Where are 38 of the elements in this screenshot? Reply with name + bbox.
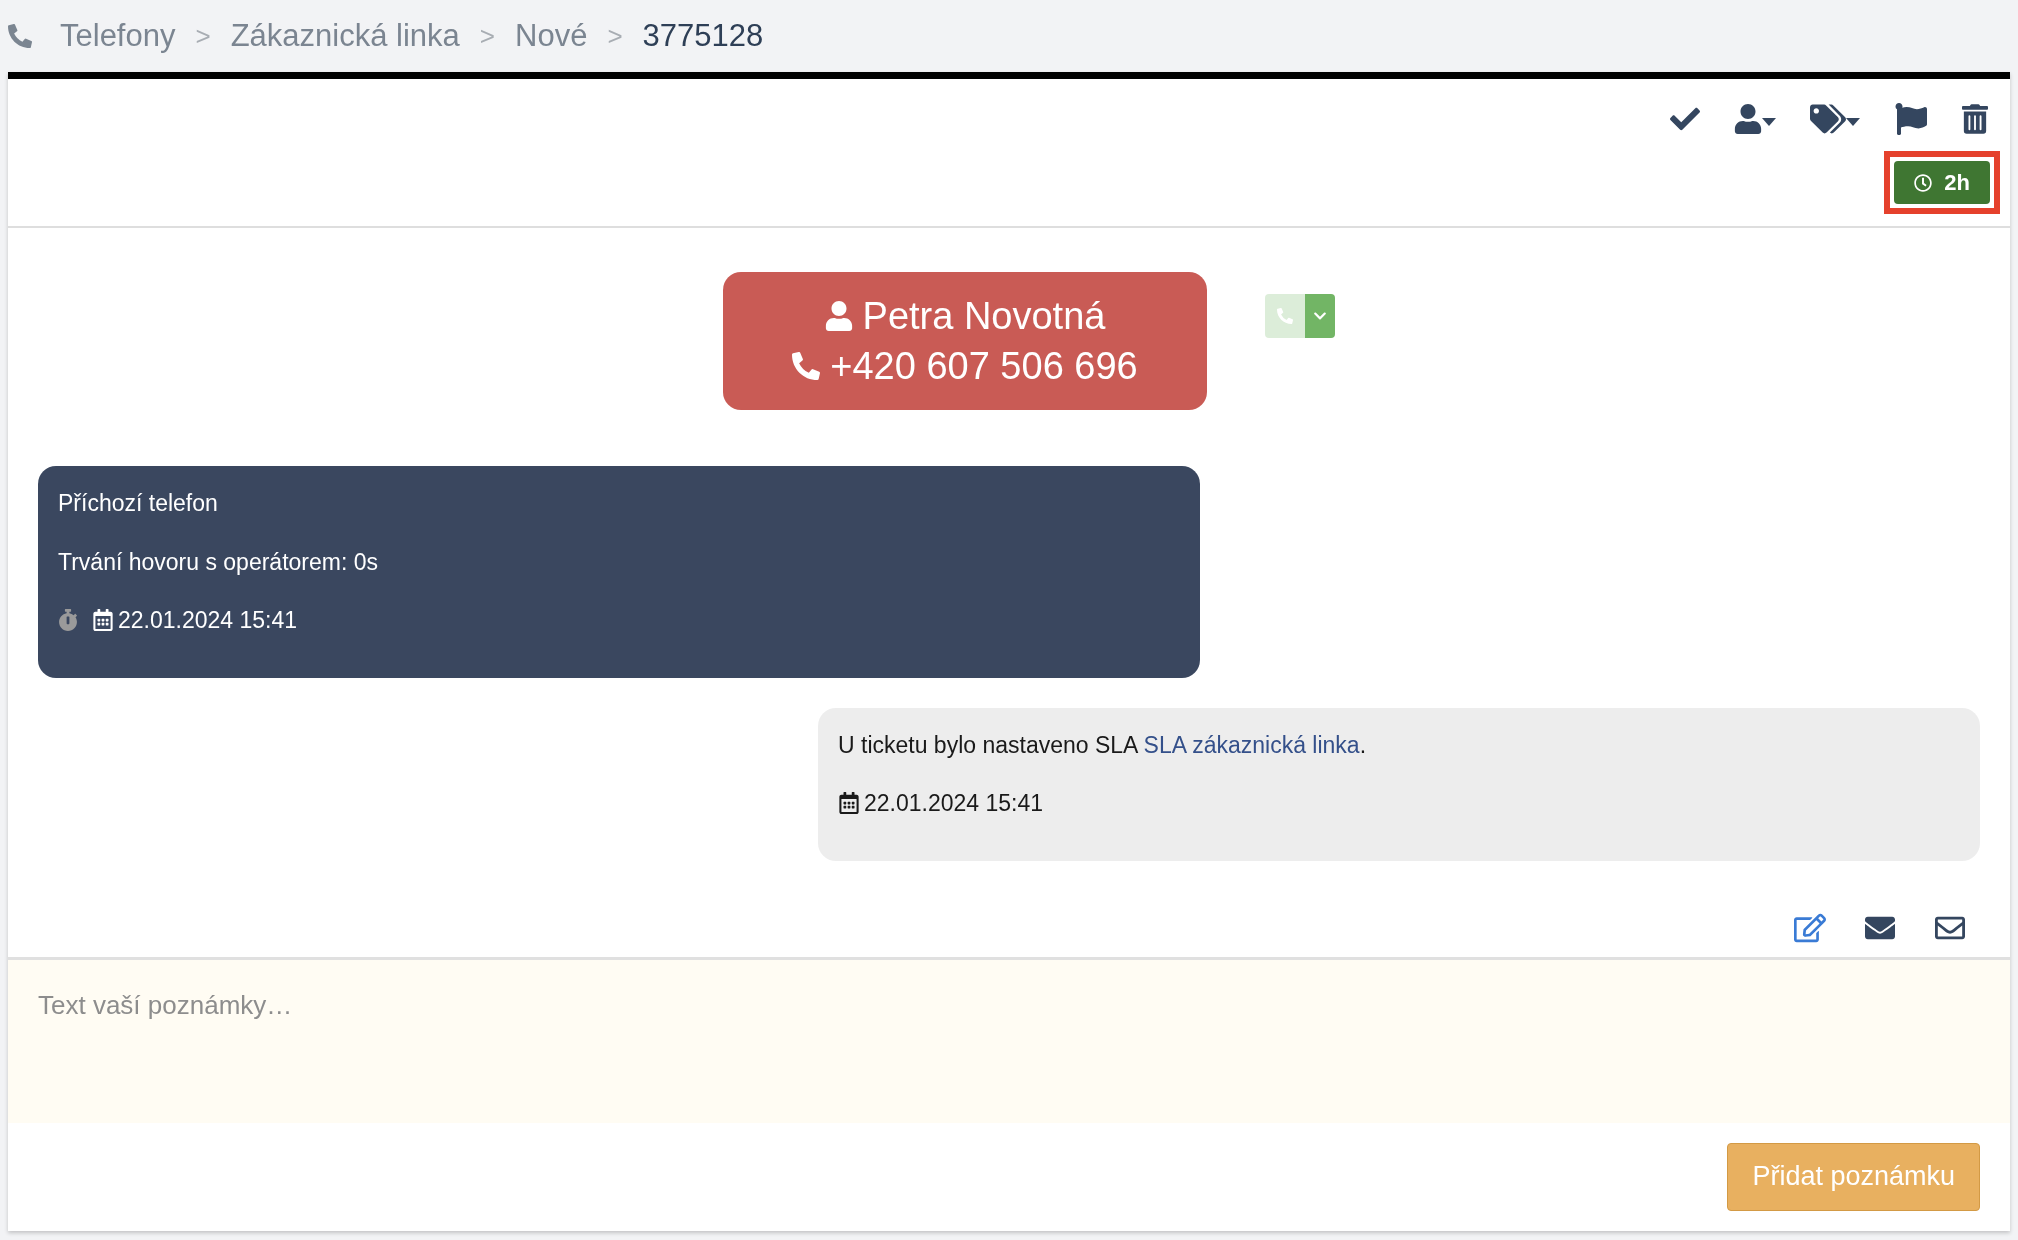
phone-icon bbox=[1277, 308, 1293, 324]
flag-button[interactable] bbox=[1894, 103, 1928, 135]
contact-phone: +420 607 506 696 bbox=[830, 344, 1138, 389]
caret-icon bbox=[1762, 118, 1776, 126]
breadcrumb-current: 3775128 bbox=[642, 16, 764, 55]
message-text: U ticketu bylo nastaveno SLA SLA zákaznická linka. bbox=[838, 730, 1368, 760]
caret-icon bbox=[1846, 118, 1860, 126]
user-icon bbox=[1734, 104, 1762, 134]
breadcrumb-separator: > bbox=[607, 19, 623, 53]
breadcrumb-separator: > bbox=[195, 19, 211, 53]
tags-icon bbox=[1810, 104, 1846, 134]
edit-icon bbox=[1794, 912, 1826, 943]
note-field[interactable]: Text vaší poznámky… bbox=[8, 956, 2010, 1123]
phone-icon bbox=[792, 352, 821, 380]
breadcrumb-link[interactable]: Zákaznická linka bbox=[230, 12, 460, 60]
sla-link[interactable]: SLA zákaznická linka bbox=[1143, 731, 1360, 758]
calendar-icon bbox=[838, 792, 860, 815]
message-timestamp: 22.01.2024 15:41 bbox=[864, 789, 1044, 818]
breadcrumb-separator: > bbox=[479, 19, 495, 53]
calendar-icon bbox=[92, 609, 114, 632]
user-dropdown-button[interactable] bbox=[1734, 104, 1776, 134]
breadcrumb-link[interactable]: Telefony bbox=[60, 12, 176, 60]
phone-icon bbox=[8, 24, 32, 48]
contact-name: Petra Novotná bbox=[862, 294, 1106, 339]
message-timestamp: 22.01.2024 15:41 bbox=[118, 606, 298, 635]
breadcrumb-link[interactable]: Nové bbox=[515, 12, 588, 60]
flag-icon bbox=[1894, 103, 1928, 135]
tags-dropdown-button[interactable] bbox=[1810, 104, 1860, 134]
trash-icon bbox=[1962, 103, 1988, 135]
clock-icon bbox=[1914, 173, 1933, 192]
sla-badge: 2h bbox=[1894, 161, 1990, 204]
message-text: Příchozí telefon bbox=[58, 489, 219, 518]
message-text: Trvání hovoru s operátorem: 0s bbox=[58, 547, 379, 577]
delete-button[interactable] bbox=[1962, 103, 1988, 135]
add-note-button[interactable]: Přidat poznámku bbox=[1727, 1142, 1980, 1211]
user-icon bbox=[824, 301, 853, 331]
note-button[interactable] bbox=[1794, 912, 1826, 943]
stopwatch-icon bbox=[58, 609, 78, 632]
